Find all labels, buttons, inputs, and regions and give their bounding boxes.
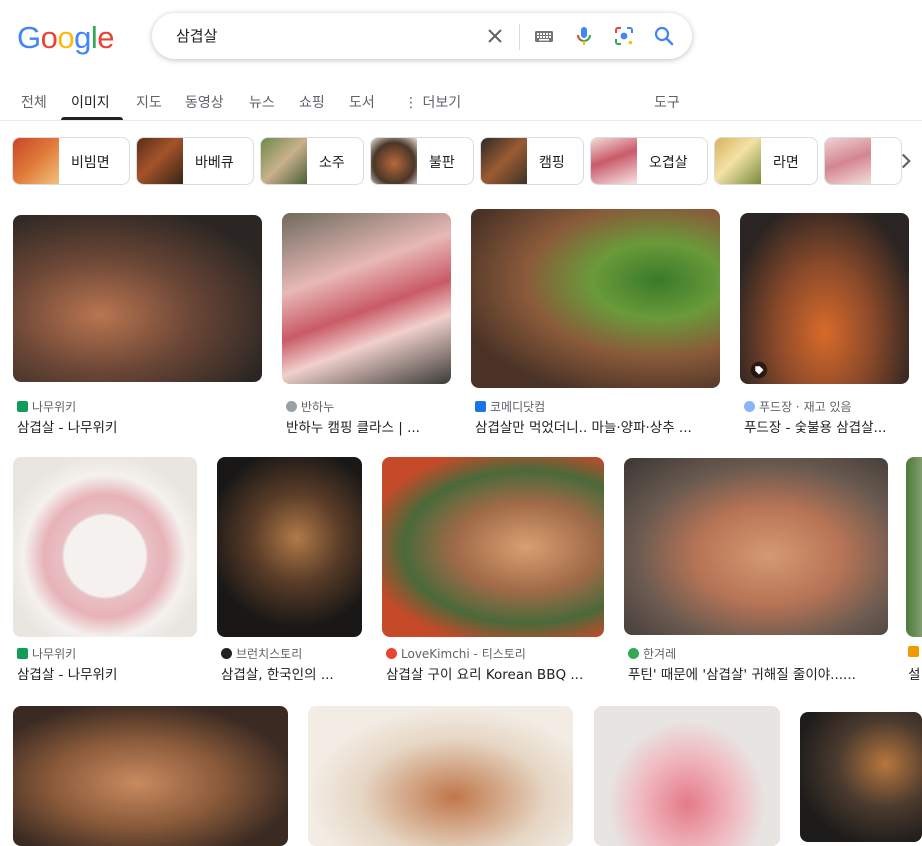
- chip-barbecue[interactable]: 바베큐: [136, 137, 254, 185]
- chip-soju[interactable]: 소주: [260, 137, 364, 185]
- chip-thumbnail: [13, 138, 59, 184]
- result-title[interactable]: 삼겹살 - 나무위키: [17, 663, 197, 683]
- brunch-icon: [221, 648, 232, 659]
- clear-icon[interactable]: [483, 24, 507, 48]
- chip-grill-pan[interactable]: 불판: [370, 137, 474, 185]
- result-source-text: 나무위키: [32, 400, 77, 414]
- chip-camping[interactable]: 캠핑: [480, 137, 584, 185]
- result-image[interactable]: [624, 458, 888, 635]
- result-source-text: 한겨레: [643, 647, 677, 661]
- tab-books[interactable]: 도서: [349, 92, 375, 112]
- namuwiki-icon: [17, 401, 28, 412]
- chip-label: 오겹살: [649, 155, 688, 171]
- namuwiki-icon: [17, 648, 28, 659]
- result-source-text: 코메디닷컴: [490, 400, 546, 414]
- result-source[interactable]: 푸드장 · 재고 있음: [744, 398, 852, 415]
- tab-more[interactable]: ⋮ 더보기: [404, 92, 461, 112]
- result-title[interactable]: 푸드장 - 숯불용 삼겹살...: [744, 416, 914, 436]
- source-icon: [908, 646, 919, 657]
- result-source-text: 브런치스토리: [236, 647, 303, 661]
- result-image[interactable]: [217, 457, 362, 637]
- result-image[interactable]: [308, 706, 573, 846]
- result-source[interactable]: 나무위키: [17, 398, 76, 415]
- result-source-text: 반하누: [301, 400, 335, 414]
- result-image[interactable]: [906, 457, 922, 637]
- result-image[interactable]: [13, 457, 197, 637]
- chip-thumbnail: [825, 138, 871, 184]
- result-source[interactable]: 반하누: [286, 398, 334, 415]
- result-title[interactable]: 푸틴' 때문에 '삼겹살' 귀해질 줄이야......: [628, 663, 888, 683]
- result-image[interactable]: [13, 215, 262, 382]
- active-tab-indicator: [61, 117, 123, 120]
- result-source[interactable]: S: [908, 645, 922, 659]
- banhanu-icon: [286, 401, 297, 412]
- search-input[interactable]: [174, 25, 468, 45]
- tools-button[interactable]: 도구: [654, 92, 680, 112]
- chip-thumbnail: [715, 138, 761, 184]
- foodjang-icon: [744, 401, 755, 412]
- tab-images[interactable]: 이미지: [71, 92, 110, 112]
- chevron-right-icon[interactable]: [893, 148, 919, 174]
- tag-icon: [750, 361, 768, 379]
- chip-label: 불판: [429, 155, 455, 171]
- result-title[interactable]: 설: [908, 663, 922, 683]
- search-box[interactable]: [152, 13, 692, 59]
- result-image[interactable]: [740, 213, 909, 384]
- chip-ramyeon[interactable]: 라면: [714, 137, 818, 185]
- kormedi-icon: [475, 401, 486, 412]
- result-image[interactable]: [594, 706, 780, 846]
- result-source[interactable]: LoveKimchi - 티스토리: [386, 645, 526, 662]
- tistory-icon: [386, 648, 397, 659]
- result-title[interactable]: 삼겹살만 먹었더니.. 마늘·양파·상추 ...: [475, 416, 719, 436]
- result-image[interactable]: [382, 457, 604, 637]
- tab-all[interactable]: 전체: [21, 92, 47, 112]
- search-tabs: 전체 이미지 지도 동영상 뉴스 쇼핑 도서 ⋮ 더보기 도구: [0, 86, 922, 121]
- chip-thumbnail: [481, 138, 527, 184]
- chip-bibimmyeon[interactable]: 비빔면: [12, 137, 130, 185]
- chip-label: 바베큐: [195, 155, 234, 171]
- result-source[interactable]: 한겨레: [628, 645, 676, 662]
- hani-icon: [628, 648, 639, 659]
- result-source[interactable]: 나무위키: [17, 645, 76, 662]
- chip-label: 소주: [319, 155, 345, 171]
- chip-ogyeopsal[interactable]: 오겹살: [590, 137, 708, 185]
- search-divider: [519, 24, 520, 50]
- search-icon[interactable]: [652, 24, 676, 48]
- result-source-text: 푸드장 · 재고 있음: [759, 400, 852, 414]
- chip-partial[interactable]: [824, 137, 902, 185]
- result-image[interactable]: [13, 706, 288, 846]
- result-source-text: LoveKimchi - 티스토리: [401, 647, 526, 661]
- result-title[interactable]: 반하누 캠핑 클라스 | ...: [286, 416, 450, 436]
- chip-label: 캠핑: [539, 155, 565, 171]
- tab-shopping[interactable]: 쇼핑: [299, 92, 325, 112]
- google-logo[interactable]: Google: [17, 20, 115, 56]
- result-source[interactable]: 코메디닷컴: [475, 398, 545, 415]
- result-source-text: 나무위키: [32, 647, 77, 661]
- tab-maps[interactable]: 지도: [136, 92, 162, 112]
- result-image[interactable]: [800, 712, 922, 842]
- lens-icon[interactable]: [612, 24, 636, 48]
- tab-news[interactable]: 뉴스: [249, 92, 275, 112]
- result-source[interactable]: 브런치스토리: [221, 645, 302, 662]
- result-image[interactable]: [282, 213, 451, 384]
- chip-label: 비빔면: [71, 155, 110, 171]
- result-title[interactable]: 삼겹살 - 나무위키: [17, 416, 257, 436]
- keyboard-icon[interactable]: [532, 24, 556, 48]
- chip-thumbnail: [371, 138, 417, 184]
- chip-thumbnail: [137, 138, 183, 184]
- image-result[interactable]: S 설: [906, 457, 922, 687]
- tab-videos[interactable]: 동영상: [185, 92, 224, 112]
- result-title[interactable]: 삼겹살, 한국인의 ...: [221, 663, 363, 683]
- microphone-icon[interactable]: [572, 24, 596, 48]
- chip-thumbnail: [261, 138, 307, 184]
- result-title[interactable]: 삼겹살 구이 요리 Korean BBQ ...: [386, 663, 606, 683]
- chip-thumbnail: [591, 138, 637, 184]
- result-image[interactable]: [471, 209, 720, 388]
- chip-label: 라면: [773, 155, 799, 171]
